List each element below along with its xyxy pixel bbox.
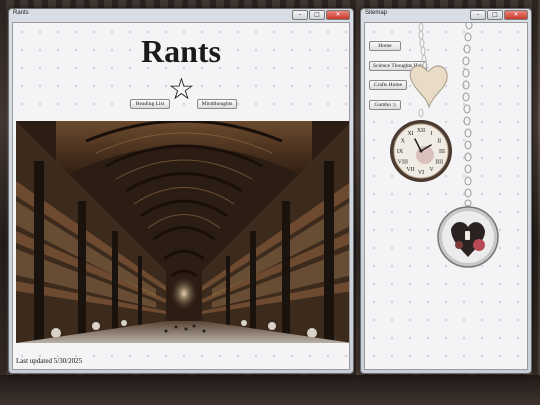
sitemap-content: Home Science Thoughts Hub Crafts Home Gu… <box>364 22 528 370</box>
last-updated-text: Last updated 5/30/2025 <box>16 357 83 365</box>
maximize-button[interactable]: □ <box>309 10 325 20</box>
reading-list-button[interactable]: Reading List <box>130 99 170 109</box>
clock-numeral: III <box>439 149 445 155</box>
close-button[interactable]: ✕ <box>326 10 350 20</box>
minimize-button[interactable]: – <box>292 10 308 20</box>
titlebar[interactable]: Rants – □ ✕ <box>9 9 353 21</box>
rants-content: Rants Reading List ☆ Mindthoughts Last u… <box>12 22 350 370</box>
minimize-button[interactable]: – <box>470 10 486 20</box>
clock-numeral: II <box>437 139 441 145</box>
close-button[interactable]: ✕ <box>504 10 528 20</box>
clock-numeral: X <box>401 139 406 145</box>
mindthoughts-button[interactable]: Mindthoughts <box>197 99 237 109</box>
rants-window: Rants – □ ✕ Rants Reading List ☆ Mindtho… <box>8 8 354 374</box>
star-icon: ☆ <box>168 72 195 107</box>
clock-numeral: XII <box>417 128 425 134</box>
clock-numeral: I <box>431 131 433 137</box>
library-photo <box>16 121 349 343</box>
clock-numeral: IIII <box>435 160 443 166</box>
window-title: Sitemap <box>365 10 388 16</box>
pendants-decoration: XII IIIIIIIIIIVVIVIIVIIIIXXXI <box>390 23 499 268</box>
clock-numeral: XI <box>407 131 413 137</box>
clock-numeral: V <box>429 167 434 173</box>
clock-numeral: IX <box>397 149 404 155</box>
clock-numeral: VII <box>406 167 414 173</box>
window-title: Rants <box>13 10 29 16</box>
sitemap-window: Sitemap – □ ✕ Home Science Thoughts Hub … <box>360 8 532 374</box>
maximize-button[interactable]: □ <box>487 10 503 20</box>
desktop-floor <box>0 375 540 405</box>
page-title: Rants <box>140 33 221 69</box>
titlebar[interactable]: Sitemap – □ ✕ <box>361 9 531 21</box>
clock-numeral: VI <box>418 170 424 176</box>
clock-numeral: VIII <box>398 160 408 166</box>
